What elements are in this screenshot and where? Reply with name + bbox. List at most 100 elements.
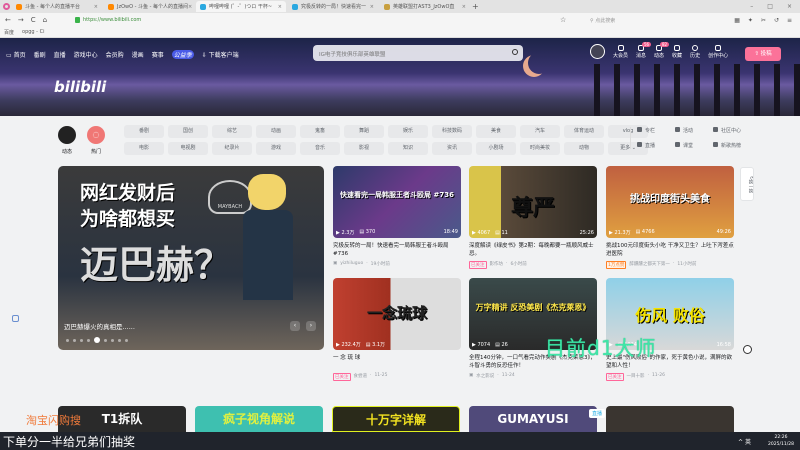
carousel-dot[interactable]: [118, 338, 121, 342]
carousel-dot[interactable]: [87, 338, 90, 342]
user-messages[interactable]: 56 消息: [636, 42, 652, 59]
category-item[interactable]: 知识: [388, 142, 428, 155]
nav-home[interactable]: ▭ 首页: [6, 50, 26, 59]
close-window-button[interactable]: ×: [787, 3, 792, 10]
tab-douyu-2[interactable]: JzOwO - 斗鱼 - 每个人的直播间 ×: [104, 1, 194, 12]
back-icon[interactable]: ←: [5, 16, 11, 24]
close-icon[interactable]: ×: [370, 4, 374, 10]
upload-button[interactable]: ⇧ 投稿: [745, 47, 781, 61]
reload-icon[interactable]: C: [31, 16, 36, 24]
bottom-video-thumb[interactable]: 十万字详解: [332, 406, 460, 432]
category-item[interactable]: 舞蹈: [344, 125, 384, 138]
nav-game-center[interactable]: 游戏中心: [74, 50, 98, 59]
carousel[interactable]: 网红发财后 为啥都想买 迈巴赫？ MAYBACH 迈巴赫爆火的真相是......…: [58, 166, 324, 350]
home-icon[interactable]: ⌂: [43, 16, 47, 24]
video-author[interactable]: 水之影说: [476, 373, 494, 379]
system-clock[interactable]: 22:26 2025/11/28: [768, 434, 794, 448]
video-thumbnail[interactable]: 尊严 ▶ 4067 ▤ 11 25:26: [469, 166, 597, 238]
video-card[interactable]: 挑战印度街头美食 ▶ 21.3万 ▤ 4766 49:26 挑战100元印度街头小吃 干…: [606, 166, 734, 269]
category-item[interactable]: 电影: [124, 142, 164, 155]
video-author[interactable]: yizhiluguo: [340, 261, 363, 267]
bottom-video-thumb[interactable]: [606, 406, 734, 432]
apps-icon[interactable]: ▦: [734, 17, 740, 24]
video-title[interactable]: 挑战100元印度街头小吃 干净又卫生？上吐下泻差点进医院: [606, 242, 734, 258]
nav-anime[interactable]: 番剧: [34, 50, 46, 59]
category-item[interactable]: 纪录片: [212, 142, 252, 155]
extra-link[interactable]: 活动: [675, 127, 713, 134]
nav-manga[interactable]: 漫画: [132, 50, 144, 59]
category-item[interactable]: 资讯: [432, 142, 472, 155]
bookmark-opgg[interactable]: opgg - Ci: [22, 29, 44, 35]
extra-link[interactable]: 直播: [637, 142, 675, 149]
tab-douyu-1[interactable]: 斗鱼 - 每个人的直播平台 ×: [12, 1, 102, 12]
category-item[interactable]: 美食: [476, 125, 516, 138]
user-creator[interactable]: 创作中心: [708, 45, 728, 59]
video-card[interactable]: 一念琉球 ▶ 232.4万 ▤ 3.1万一 念 琉 球已关注 食尝道 · 11-25: [333, 278, 461, 381]
close-icon[interactable]: ×: [278, 4, 282, 10]
bilibili-logo[interactable]: bilibili: [54, 78, 106, 96]
carousel-dot[interactable]: [66, 338, 69, 342]
category-item[interactable]: 番剧: [124, 125, 164, 138]
user-favorites[interactable]: 收藏: [672, 45, 682, 59]
video-author[interactable]: 食尝道: [354, 373, 368, 381]
search-icon[interactable]: [512, 49, 518, 55]
channel-hot[interactable]: ◌ 热门: [87, 126, 105, 155]
star-icon[interactable]: ☆: [560, 16, 566, 24]
nav-mall[interactable]: 会员购: [106, 50, 124, 59]
bottom-video-thumb[interactable]: GUMAYUSI: [469, 406, 597, 432]
category-item[interactable]: 鬼畜: [300, 125, 340, 138]
nav-download[interactable]: ⇩ 下载客户端: [202, 50, 239, 59]
carousel-next-button[interactable]: ›: [306, 321, 316, 331]
category-item[interactable]: 电视剧: [168, 142, 208, 155]
user-dynamic[interactable]: 82 动态: [654, 42, 670, 59]
carousel-dot[interactable]: [104, 338, 107, 342]
cut-icon[interactable]: ✂: [761, 17, 766, 24]
new-tab-button[interactable]: +: [472, 2, 479, 11]
nav-charity[interactable]: 公益季: [171, 50, 194, 59]
url-input[interactable]: https://www.bilibili.com: [75, 15, 375, 25]
menu-icon[interactable]: ≡: [787, 17, 792, 24]
bookmark-baidu[interactable]: 百度: [4, 29, 14, 36]
carousel-dot[interactable]: [111, 338, 114, 342]
video-card[interactable]: 尊严 ▶ 4067 ▤ 11 25:26 深度解读《绿皮书》第2期：每晚都要一瓶顺风威士…: [469, 166, 597, 269]
channel-dynamic[interactable]: 动态: [58, 126, 76, 155]
close-icon[interactable]: ×: [188, 4, 192, 10]
tab-video[interactable]: 究极反转的一局！快速看完一 ×: [288, 1, 378, 12]
category-item[interactable]: 综艺: [212, 125, 252, 138]
bottom-video-thumb[interactable]: 疯子视角解说: [195, 406, 323, 432]
video-card[interactable]: 快速看完一局韩服王者斗殴局 #736 ▶ 2.3万 ▤ 370 18:49 究极反转的一…: [333, 166, 461, 267]
category-item[interactable]: 小剧场: [476, 142, 516, 155]
category-item[interactable]: 动物: [564, 142, 604, 155]
user-vip[interactable]: 大会员: [613, 45, 628, 59]
search-input[interactable]: IG电子竞技俱乐部英雄联盟: [313, 45, 523, 61]
category-item[interactable]: 娱乐: [388, 125, 428, 138]
video-author[interactable]: 醉醺醺之都天下第一: [629, 261, 670, 269]
nav-live[interactable]: 直播: [54, 50, 66, 59]
category-item[interactable]: 体育运动: [564, 125, 604, 138]
video-thumbnail[interactable]: 快速看完一局韩服王者斗殴局 #736 ▶ 2.3万 ▤ 370 18:49: [333, 166, 461, 238]
carousel-dot[interactable]: [80, 338, 83, 342]
carousel-caption[interactable]: 迈巴赫爆火的真相是......: [64, 321, 135, 331]
category-item[interactable]: 影视: [344, 142, 384, 155]
category-item[interactable]: 时尚美妆: [520, 142, 560, 155]
tab-bilibili[interactable]: 哔哩哔哩 (゜-゜)つロ 干杯~ ×: [196, 1, 286, 12]
play-circle-icon[interactable]: [743, 345, 752, 354]
video-card[interactable]: 万字精讲 反恐美剧《杰克莱恩》 ▶ 7074 ▤ 26 全程140分钟，一口气看完动作…: [469, 278, 597, 379]
minimize-button[interactable]: –: [750, 3, 753, 10]
video-thumbnail[interactable]: 挑战印度街头美食 ▶ 21.3万 ▤ 4766 49:26: [606, 166, 734, 238]
extra-link[interactable]: 课堂: [675, 142, 713, 149]
avatar[interactable]: [590, 44, 605, 59]
refresh-button[interactable]: ↻换一换: [740, 167, 754, 201]
video-title[interactable]: 深度解读《绿皮书》第2期：每晚都要一瓶顺风威士忌。: [469, 242, 597, 258]
tab-lol[interactable]: 英雄联盟打AST3_JzOwO直 ×: [380, 1, 470, 12]
category-item[interactable]: 游戏: [256, 142, 296, 155]
video-title[interactable]: 究极反转的一局！快速看完一局韩服王者斗殴局#736: [333, 242, 461, 258]
category-item[interactable]: 音乐: [300, 142, 340, 155]
category-item[interactable]: 动画: [256, 125, 296, 138]
category-item[interactable]: 汽车: [520, 125, 560, 138]
extra-link[interactable]: 专栏: [637, 127, 675, 134]
extra-link[interactable]: 新歌热榜: [713, 142, 751, 149]
video-author[interactable]: 一目十影: [627, 373, 645, 381]
category-item[interactable]: 国创: [168, 125, 208, 138]
close-icon[interactable]: ×: [94, 4, 98, 10]
